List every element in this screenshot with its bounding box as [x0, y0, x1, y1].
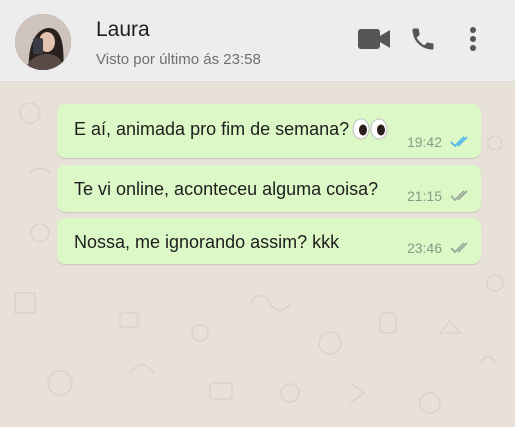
message-bubble[interactable]: Nossa, me ignorando assim? kkk 23:46 [57, 218, 481, 264]
eyes-emoji [352, 118, 388, 145]
video-call-icon[interactable] [356, 22, 392, 56]
contact-avatar[interactable] [15, 14, 71, 70]
delivered-receipt-icon [450, 190, 468, 202]
avatar-photo [15, 14, 71, 70]
read-receipt-icon [450, 136, 468, 148]
message-time: 21:15 [406, 188, 442, 204]
message-bubble[interactable]: E aí, animada pro fim de semana? 19:42 [57, 104, 481, 158]
message-text: Nossa, me ignorando assim? kkk [74, 232, 340, 252]
message-text: Te vi online, aconteceu alguma coisa? [74, 179, 379, 199]
message-text-content: E aí, animada pro fim de semana? [74, 119, 350, 139]
phone-call-icon[interactable] [406, 22, 440, 56]
more-options-icon[interactable] [460, 22, 486, 56]
chat-header: Laura Visto por último ás 23:58 [0, 0, 515, 82]
message-bubble[interactable]: Te vi online, aconteceu alguma coisa? 21… [57, 165, 481, 212]
last-seen-status: Visto por último ás 23:58 [96, 51, 261, 68]
message-time: 23:46 [406, 240, 442, 256]
message-time: 19:42 [406, 134, 442, 150]
message-text: E aí, animada pro fim de semana? [74, 118, 388, 145]
contact-name[interactable]: Laura [96, 18, 150, 42]
delivered-receipt-icon [450, 242, 468, 254]
